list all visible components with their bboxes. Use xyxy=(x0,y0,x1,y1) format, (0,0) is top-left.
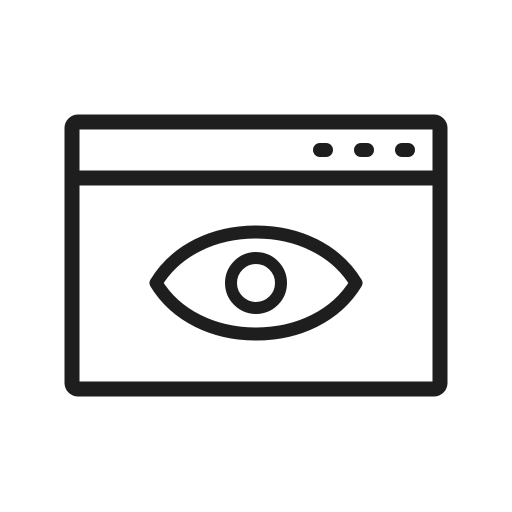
browser-window-eye-icon xyxy=(64,114,448,397)
window-dot-3 xyxy=(395,143,415,157)
eye-icon xyxy=(149,225,363,341)
icon-canvas xyxy=(0,0,512,512)
window-dot-2 xyxy=(354,143,374,157)
window-dots xyxy=(313,143,415,157)
window-dot-1 xyxy=(313,143,333,157)
pupil xyxy=(225,252,287,314)
